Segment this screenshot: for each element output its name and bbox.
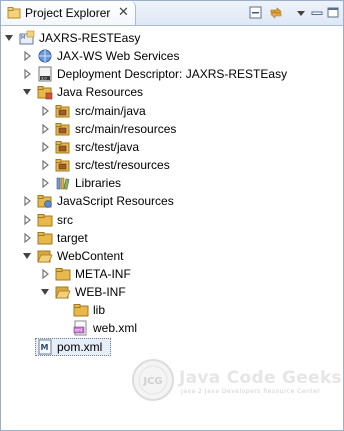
tree-item-label: src/main/java [75, 103, 146, 118]
source-folder-icon [55, 122, 70, 136]
tree-item-label: src [57, 212, 73, 227]
chevron-down-icon[interactable] [22, 250, 32, 262]
svg-text:M: M [21, 35, 25, 41]
tree-item[interactable]: lib [1, 301, 343, 319]
tree-item[interactable]: WebContent [1, 247, 343, 265]
tree-item-label: lib [93, 303, 106, 318]
xml-file-icon: xml [73, 320, 87, 336]
tree-item[interactable]: JavaScript Resources [1, 192, 343, 210]
tree-item[interactable]: WEB-INF [1, 283, 343, 301]
chevron-down-icon[interactable] [40, 286, 50, 298]
source-folder-icon [55, 104, 70, 118]
tree-item-label: META-INF [75, 266, 131, 281]
tree-item-label: target [57, 230, 88, 245]
logo-initials: JCG [142, 376, 162, 387]
chevron-right-icon[interactable] [40, 105, 50, 117]
tree-item-label: WebContent [57, 248, 124, 263]
maximize-icon[interactable] [326, 5, 340, 21]
tree-item-label: web.xml [93, 321, 138, 336]
tree-item[interactable]: 3.0 Deployment Descriptor: JAXRS-RESTEasy [1, 65, 343, 83]
svg-text:3.0: 3.0 [41, 77, 47, 81]
chevron-right-icon[interactable] [40, 177, 50, 189]
chevron-right-icon[interactable] [22, 50, 32, 62]
java-resources-icon [37, 86, 53, 100]
chevron-right-icon[interactable] [22, 214, 32, 226]
close-icon[interactable]: ✕ [118, 4, 129, 20]
tree-item[interactable]: Java Resources [1, 83, 343, 101]
chevron-down-icon[interactable] [4, 32, 14, 44]
tree-item-label: src/main/resources [75, 121, 177, 136]
view-menu-icon[interactable] [296, 5, 306, 21]
view-tab-bar: Project Explorer ✕ [1, 1, 343, 26]
chevron-right-icon[interactable] [22, 68, 32, 80]
tab-label: Project Explorer [25, 6, 111, 20]
tree-item[interactable]: M JAXRS-RESTEasy [1, 29, 343, 47]
project-icon: M [19, 30, 35, 45]
tree-item-label: Libraries [75, 176, 122, 191]
chevron-down-icon[interactable] [22, 86, 32, 98]
project-explorer-view: Project Explorer ✕ M JAXRS-RESTEasy JAX-WS… [0, 0, 344, 431]
deployment-descriptor-icon: 3.0 [38, 66, 52, 82]
chevron-right-icon[interactable] [40, 159, 50, 171]
folder-icon [73, 304, 89, 317]
webservices-icon [38, 49, 52, 63]
tree-item-label: JAX-WS Web Services [57, 49, 180, 64]
collapse-all-icon[interactable] [248, 5, 264, 21]
chevron-right-icon[interactable] [22, 232, 32, 244]
tree-item-label: src/test/java [75, 139, 140, 154]
tree-item-label: Deployment Descriptor: JAXRS-RESTEasy [57, 67, 288, 82]
source-folder-icon [55, 140, 70, 154]
project-explorer-icon [7, 7, 21, 19]
folder-icon [55, 267, 71, 281]
libraries-icon [56, 177, 70, 190]
svg-text:xml: xml [75, 328, 82, 333]
jcg-logo-icon: JCG [132, 359, 174, 401]
tree-item[interactable]: src/main/resources [1, 120, 343, 138]
tree-item-label: WEB-INF [75, 285, 126, 300]
branding-tagline: Java 2 Java Developers Resource Center [181, 388, 321, 395]
tree-item[interactable]: src/test/java [1, 138, 343, 156]
tree-item[interactable]: META-INF [1, 265, 343, 283]
tab-project-explorer[interactable]: Project Explorer ✕ [1, 1, 136, 25]
tree-item[interactable]: src/test/resources [1, 156, 343, 174]
tree-item[interactable]: src/main/java [1, 102, 343, 120]
branding-title: Java Code Geeks [179, 368, 342, 388]
tree-item-label: Java Resources [57, 85, 144, 100]
folder-icon [37, 231, 53, 245]
javascript-resources-icon [37, 195, 52, 209]
tree-item-label: JavaScript Resources [57, 194, 174, 209]
folder-open-icon [55, 286, 71, 299]
tree-item[interactable]: xml web.xml [1, 319, 343, 337]
chevron-right-icon[interactable] [40, 141, 50, 153]
tree-item-label: JAXRS-RESTEasy [39, 31, 141, 45]
minimize-icon[interactable] [310, 5, 324, 21]
chevron-right-icon[interactable] [40, 123, 50, 135]
link-with-editor-icon[interactable] [268, 5, 284, 21]
folder-open-icon [37, 250, 53, 263]
branding-footer: JCG Java Code Geeks Java 2 Java Develope… [1, 346, 343, 430]
chevron-right-icon[interactable] [22, 195, 32, 207]
tree-item[interactable]: Libraries [1, 174, 343, 192]
chevron-right-icon[interactable] [40, 268, 50, 280]
folder-icon [37, 213, 53, 226]
tree-item[interactable]: target [1, 229, 343, 247]
tree-item[interactable]: JAX-WS Web Services [1, 47, 343, 65]
tree-item[interactable]: src [1, 211, 343, 229]
source-folder-icon [55, 159, 70, 172]
tree-item-label: src/test/resources [75, 158, 170, 173]
